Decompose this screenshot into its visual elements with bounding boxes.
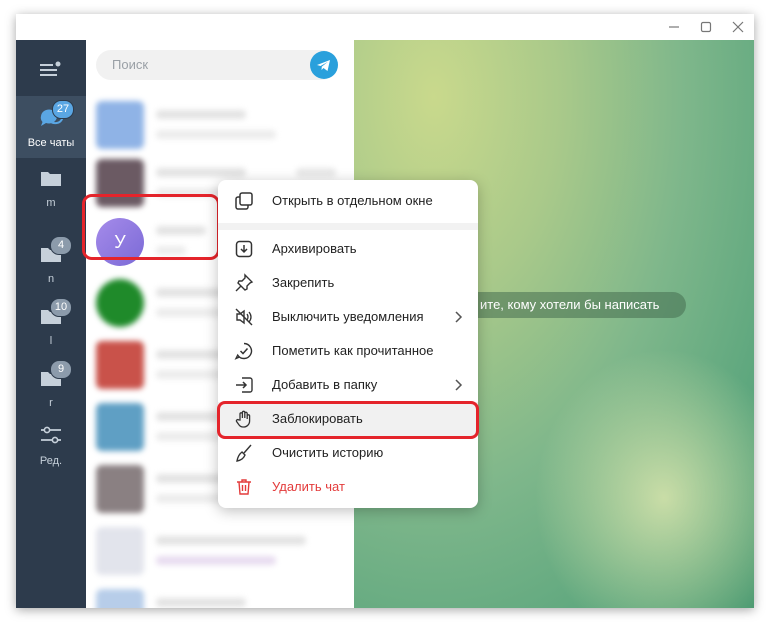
maximize-button[interactable] xyxy=(690,14,722,40)
edit-folders-button[interactable]: Ред. xyxy=(16,424,86,474)
avatar xyxy=(96,403,144,451)
folder-label: l xyxy=(49,335,53,347)
menu-item-label: Закрепить xyxy=(272,275,335,290)
chevron-right-icon xyxy=(455,311,463,323)
folder-badge: 27 xyxy=(52,100,74,119)
close-button[interactable] xyxy=(722,14,754,40)
menu-item-open-window[interactable]: Открыть в отдельном окне xyxy=(218,184,478,218)
chat-name-placeholder xyxy=(156,598,246,607)
telegram-logo-icon[interactable] xyxy=(310,51,338,79)
folder-m[interactable]: m xyxy=(16,168,86,226)
folders-sidebar: 27 Все чаты m 4 n 10 l 9 r Ред. xyxy=(16,40,86,608)
sliders-icon xyxy=(41,426,61,444)
pin-icon xyxy=(235,273,254,292)
chat-context-menu: Открыть в отдельном окне Архивировать За… xyxy=(218,180,478,508)
folder-badge: 9 xyxy=(50,360,72,379)
avatar xyxy=(96,341,144,389)
folder-label: n xyxy=(47,273,55,285)
search-input[interactable]: Поиск xyxy=(96,50,336,80)
selected-chat-highlight xyxy=(82,194,220,260)
menu-item-pin[interactable]: Закрепить xyxy=(218,266,478,300)
menu-separator xyxy=(218,223,478,230)
maximize-icon xyxy=(700,21,712,33)
avatar xyxy=(96,589,144,608)
edit-label: Ред. xyxy=(39,455,63,467)
folder-label: m xyxy=(46,197,56,209)
broom-icon xyxy=(236,444,252,462)
folder-l[interactable]: 10 l xyxy=(16,292,86,350)
avatar xyxy=(96,465,144,513)
list-item[interactable] xyxy=(86,582,354,608)
title-bar xyxy=(16,14,754,40)
menu-item-clear-history[interactable]: Очистить историю xyxy=(218,436,478,470)
main-menu-button[interactable] xyxy=(38,60,62,80)
menu-item-mark-read[interactable]: Пометить как прочитанное xyxy=(218,334,478,368)
folder-label: Все чаты xyxy=(27,137,75,149)
folder-label: r xyxy=(49,397,53,409)
folder-all-chats[interactable]: 27 Все чаты xyxy=(16,96,86,158)
chat-preview-placeholder xyxy=(156,130,276,139)
menu-item-label: Добавить в папку xyxy=(272,377,378,392)
menu-item-mute[interactable]: Выключить уведомления xyxy=(218,300,478,334)
menu-item-label: Архивировать xyxy=(272,241,357,256)
list-item[interactable] xyxy=(86,94,354,156)
background-pattern xyxy=(534,348,754,608)
avatar xyxy=(96,279,144,327)
menu-item-label: Очистить историю xyxy=(272,445,384,460)
open-window-icon xyxy=(235,192,253,210)
paper-plane-icon xyxy=(317,60,330,71)
folder-r[interactable]: 9 r xyxy=(16,354,86,412)
mark-read-icon xyxy=(234,342,253,360)
chat-name-placeholder xyxy=(156,168,246,177)
close-icon xyxy=(732,21,744,33)
menu-item-label: Пометить как прочитанное xyxy=(272,343,434,358)
menu-item-delete-chat[interactable]: Удалить чат xyxy=(218,470,478,504)
minimize-button[interactable] xyxy=(658,14,690,40)
folder-icon xyxy=(41,172,61,186)
chat-time-placeholder xyxy=(296,168,336,177)
minimize-icon xyxy=(669,26,679,28)
mute-icon xyxy=(235,308,253,326)
list-item[interactable] xyxy=(86,520,354,582)
chevron-right-icon xyxy=(455,379,463,391)
chat-preview-placeholder xyxy=(156,556,276,565)
block-item-highlight xyxy=(217,401,479,439)
menu-item-archive[interactable]: Архивировать xyxy=(218,232,478,266)
folder-n[interactable]: 4 n xyxy=(16,230,86,288)
menu-item-label: Открыть в отдельном окне xyxy=(272,193,433,208)
menu-item-label: Удалить чат xyxy=(272,479,345,494)
folder-badge: 4 xyxy=(50,236,72,255)
archive-icon xyxy=(235,240,253,258)
avatar xyxy=(96,527,144,575)
folder-badge: 10 xyxy=(50,298,72,317)
hamburger-icon xyxy=(40,61,61,76)
menu-item-label: Выключить уведомления xyxy=(272,309,424,324)
chat-name-placeholder xyxy=(156,536,306,545)
avatar xyxy=(96,101,144,149)
chat-name-placeholder xyxy=(156,110,246,119)
add-folder-icon xyxy=(236,377,253,393)
trash-icon xyxy=(237,479,251,495)
menu-item-add-to-folder[interactable]: Добавить в папку xyxy=(218,368,478,402)
